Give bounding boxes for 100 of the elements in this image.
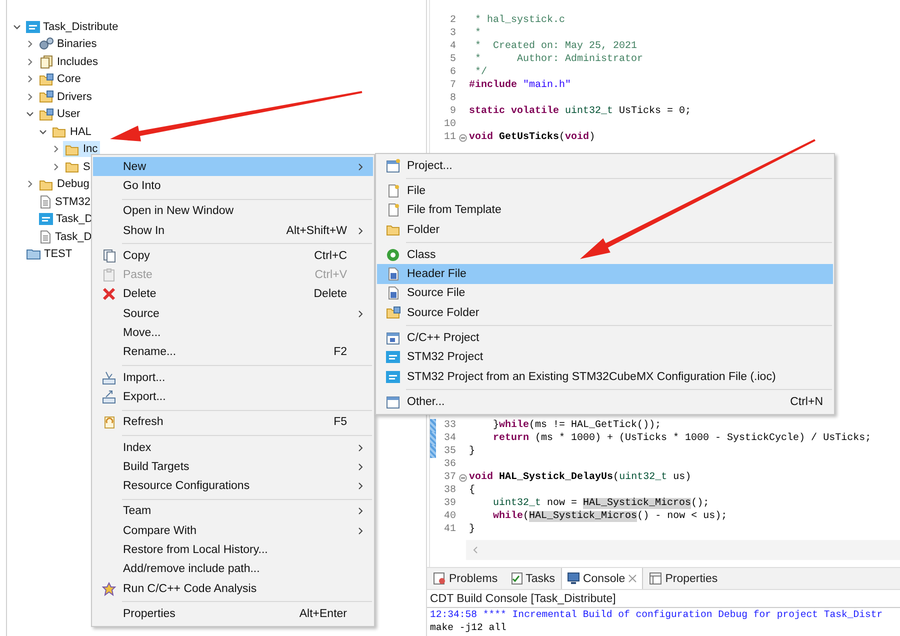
- view-tab[interactable]: Properties: [643, 568, 724, 589]
- line-number: 4: [448, 41, 456, 52]
- line-number: 34: [442, 433, 456, 444]
- chevron-icon[interactable]: [26, 75, 34, 84]
- view-tab[interactable]: Tasks: [504, 568, 561, 589]
- chevron-icon[interactable]: [26, 40, 34, 48]
- caret-icon: [358, 226, 363, 235]
- console-line: 12:34:58 **** Incremental Build of configuration Debug for project Task_Distr: [429, 608, 884, 621]
- menu-item[interactable]: Index: [93, 438, 373, 458]
- menu-item[interactable]: Rename... F2: [93, 342, 373, 362]
- line-number: 37: [442, 472, 456, 483]
- menu-item[interactable]: Source Folder: [377, 303, 833, 322]
- code-line: void HAL_Systick_DelayUs(uint32_t us): [469, 472, 692, 483]
- menu-item[interactable]: Team: [93, 502, 373, 522]
- gears-icon: [39, 37, 54, 52]
- menu-item[interactable]: Class: [377, 245, 833, 264]
- shortcut-text: F2: [334, 346, 347, 358]
- menu-item[interactable]: Resource Configurations: [93, 476, 373, 496]
- line-number: 6: [448, 67, 456, 78]
- menu-item[interactable]: Import...: [93, 368, 373, 388]
- menu-item[interactable]: File: [377, 181, 833, 201]
- close-icon[interactable]: [628, 574, 638, 583]
- line-number: 41: [442, 524, 456, 535]
- chevron-icon[interactable]: [13, 22, 21, 31]
- line-number: 2: [448, 15, 456, 26]
- menu-item[interactable]: New: [93, 157, 373, 176]
- tree-item[interactable]: Includes: [37, 54, 100, 70]
- paste-icon: [102, 268, 116, 282]
- fold-icon[interactable]: [458, 474, 466, 482]
- tree-item[interactable]: Core: [37, 71, 83, 88]
- chevron-icon[interactable]: [26, 180, 34, 188]
- tree-item[interactable]: STM32: [37, 194, 92, 210]
- code-line: #include "main.h": [469, 80, 572, 91]
- menu-item[interactable]: Project...: [377, 156, 833, 176]
- tree-item[interactable]: User: [37, 106, 82, 122]
- menu-item[interactable]: Show In Alt+Shift+W: [93, 220, 373, 240]
- caret-icon: [358, 526, 363, 535]
- tree-item[interactable]: Task_Distribute: [24, 18, 120, 35]
- menu-item[interactable]: Delete Delete: [93, 284, 373, 304]
- code-line: return (ms * 1000) + (UsTicks * 1000 - SystickCycle) / UsTicks;: [492, 433, 872, 444]
- tree-item[interactable]: TEST: [24, 246, 74, 262]
- line-number: 10: [442, 119, 456, 130]
- chevron-icon[interactable]: [26, 110, 34, 118]
- tree-item[interactable]: Drivers: [37, 88, 94, 105]
- folder-icon: [65, 142, 80, 156]
- chevron-icon[interactable]: [26, 92, 34, 101]
- export-icon: [102, 390, 116, 404]
- menu-item[interactable]: STM32 Project from an Existing STM32CubeMX Configuration File (.ioc): [377, 366, 833, 386]
- menu-item[interactable]: Export...: [93, 387, 373, 407]
- code-line: uint32_t now = HAL_Systick_Micros();: [492, 498, 710, 509]
- menu-item[interactable]: Run C/C++ Code Analysis: [93, 578, 373, 598]
- fold-icon[interactable]: [458, 134, 466, 142]
- source-folder-icon: [39, 108, 54, 121]
- menu-item[interactable]: Add/remove include path...: [93, 560, 373, 579]
- menu-item[interactable]: Properties Alt+Enter: [93, 604, 373, 624]
- line-number: 7: [448, 80, 456, 91]
- menu-item[interactable]: Open in New Window: [93, 202, 373, 221]
- view-tab[interactable]: Problems: [427, 568, 504, 589]
- code-line: */: [474, 67, 488, 78]
- window-icon: [386, 394, 400, 409]
- tree-item[interactable]: S: [63, 158, 92, 175]
- menu-item[interactable]: Other... Ctrl+N: [377, 392, 833, 412]
- menu-item[interactable]: Refresh F5: [93, 412, 373, 432]
- shortcut-text: F5: [334, 416, 347, 428]
- view-tab[interactable]: Console: [560, 568, 644, 589]
- menu-item[interactable]: Restore from Local History...: [93, 540, 373, 560]
- horizontal-scrollbar[interactable]: [466, 540, 900, 560]
- menu-item[interactable]: Copy Ctrl+C: [93, 246, 373, 266]
- menu-item[interactable]: Folder: [377, 220, 833, 240]
- tree-item[interactable]: Task_D: [37, 228, 94, 245]
- project-icon: [26, 20, 40, 33]
- checklist-icon: [510, 572, 523, 585]
- menu-item[interactable]: Header File: [377, 264, 833, 284]
- project-icon: [386, 331, 400, 346]
- menu-item[interactable]: STM32 Project: [377, 348, 833, 367]
- menu-item[interactable]: Move...: [93, 323, 373, 343]
- tree-item[interactable]: Binaries: [37, 36, 99, 52]
- code-line: * Author: Administrator: [474, 54, 644, 65]
- project-icon: [386, 351, 400, 364]
- tree-item[interactable]: Debug: [37, 176, 92, 192]
- menu-item[interactable]: Go Into: [93, 176, 373, 196]
- table-icon: [649, 572, 662, 585]
- tree-item[interactable]: HAL: [50, 124, 94, 140]
- menu-item[interactable]: Source File: [377, 284, 833, 304]
- chevron-icon[interactable]: [26, 58, 34, 66]
- menu-item[interactable]: Build Targets: [93, 457, 373, 476]
- folder-icon: [65, 160, 80, 174]
- menu-item[interactable]: Compare With: [93, 521, 373, 540]
- menu-item[interactable]: Source: [93, 304, 373, 324]
- chevron-icon[interactable]: [52, 162, 60, 171]
- menu-item[interactable]: C/C++ Project: [377, 328, 833, 348]
- chevron-icon[interactable]: [52, 145, 60, 154]
- line-number: 35: [442, 446, 456, 457]
- tree-item[interactable]: Inc: [63, 141, 100, 158]
- chevron-icon[interactable]: [39, 128, 47, 136]
- caret-icon: [358, 162, 363, 171]
- console-title: CDT Build Console [Task_Distribute]: [427, 590, 900, 608]
- caret-icon: [358, 507, 363, 516]
- menu-item[interactable]: File from Template: [377, 200, 833, 220]
- refresh-icon: [102, 415, 116, 430]
